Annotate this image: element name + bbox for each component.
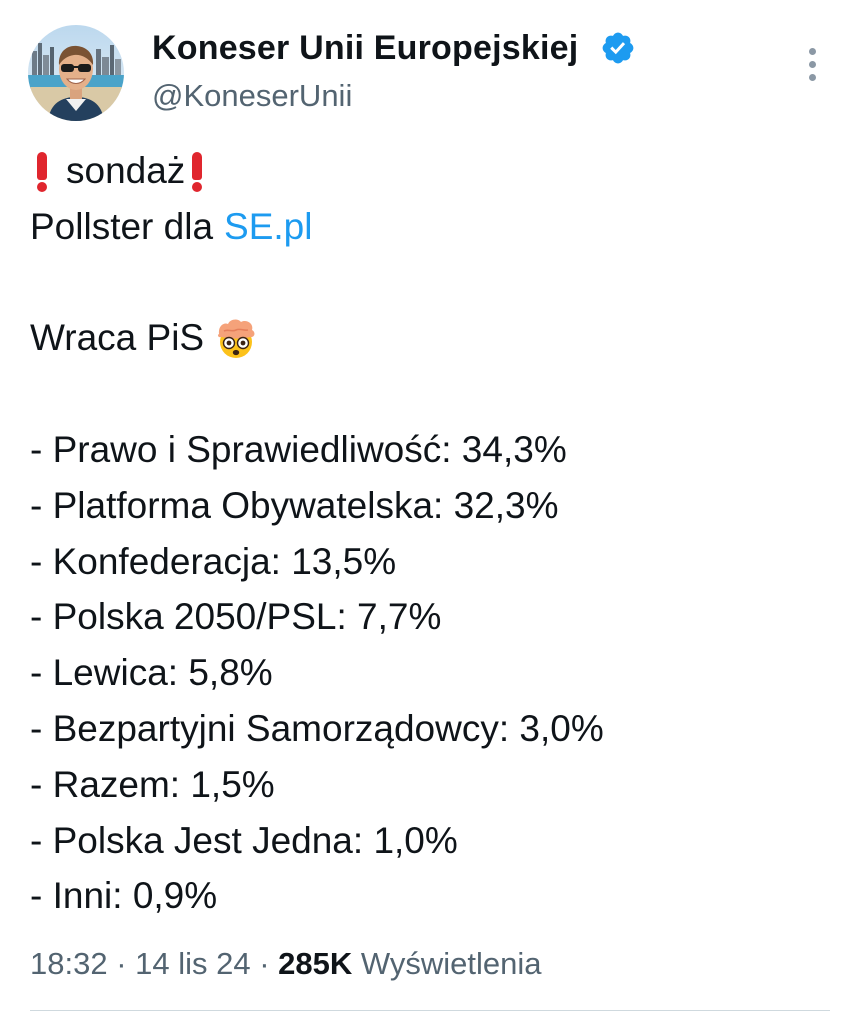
tweet-text: sondaż Pollster dla SE.pl Wraca PiS - Pr…: [30, 143, 840, 924]
result-line: - Bezpartyjni Samorządowcy: 3,0%: [30, 707, 604, 749]
tweet: Koneser Unii Europejskiej @KoneserUnii s…: [0, 0, 860, 1024]
avatar[interactable]: [28, 25, 124, 121]
meta-separator: ·: [250, 946, 279, 981]
source-prefix: Pollster dla: [30, 205, 214, 247]
exclamation-icon: [34, 150, 50, 192]
subhead-line: Wraca PiS: [30, 310, 840, 366]
post-date[interactable]: 14 lis 24: [135, 946, 250, 981]
result-line: - Razem: 1,5%: [30, 763, 275, 805]
result-line: - Prawo i Sprawiedliwość: 34,3%: [30, 428, 567, 470]
exploding-head-icon: [218, 319, 255, 359]
divider: [30, 1010, 830, 1011]
author-handle[interactable]: @KoneserUnii: [152, 76, 352, 116]
source-link[interactable]: SE.pl: [224, 199, 312, 255]
headline-line: sondaż: [30, 143, 840, 199]
result-line: - Konfederacja: 13,5%: [30, 540, 397, 582]
verified-badge-icon: [602, 32, 634, 64]
post-time[interactable]: 18:32: [30, 946, 108, 981]
subhead: Wraca PiS: [30, 317, 205, 359]
source-line: Pollster dla SE.pl: [30, 199, 840, 255]
result-line: - Platforma Obywatelska: 32,3%: [30, 484, 559, 526]
tweet-meta: 18:32 · 14 lis 24 · 285K Wyświetlenia: [30, 942, 542, 986]
views-label: Wyświetlenia: [360, 946, 542, 981]
views-count: 285K: [278, 946, 353, 981]
result-line: - Inni: 0,9%: [30, 875, 218, 917]
result-line: - Lewica: 5,8%: [30, 652, 273, 694]
headline: sondaż: [66, 150, 186, 191]
result-line: - Polska Jest Jedna: 1,0%: [30, 819, 458, 861]
result-line: - Polska 2050/PSL: 7,7%: [30, 596, 442, 638]
exclamation-icon: [189, 150, 205, 192]
meta-separator: ·: [107, 946, 136, 981]
display-name[interactable]: Koneser Unii Europejskiej: [152, 26, 578, 70]
more-options-icon[interactable]: [798, 42, 828, 86]
